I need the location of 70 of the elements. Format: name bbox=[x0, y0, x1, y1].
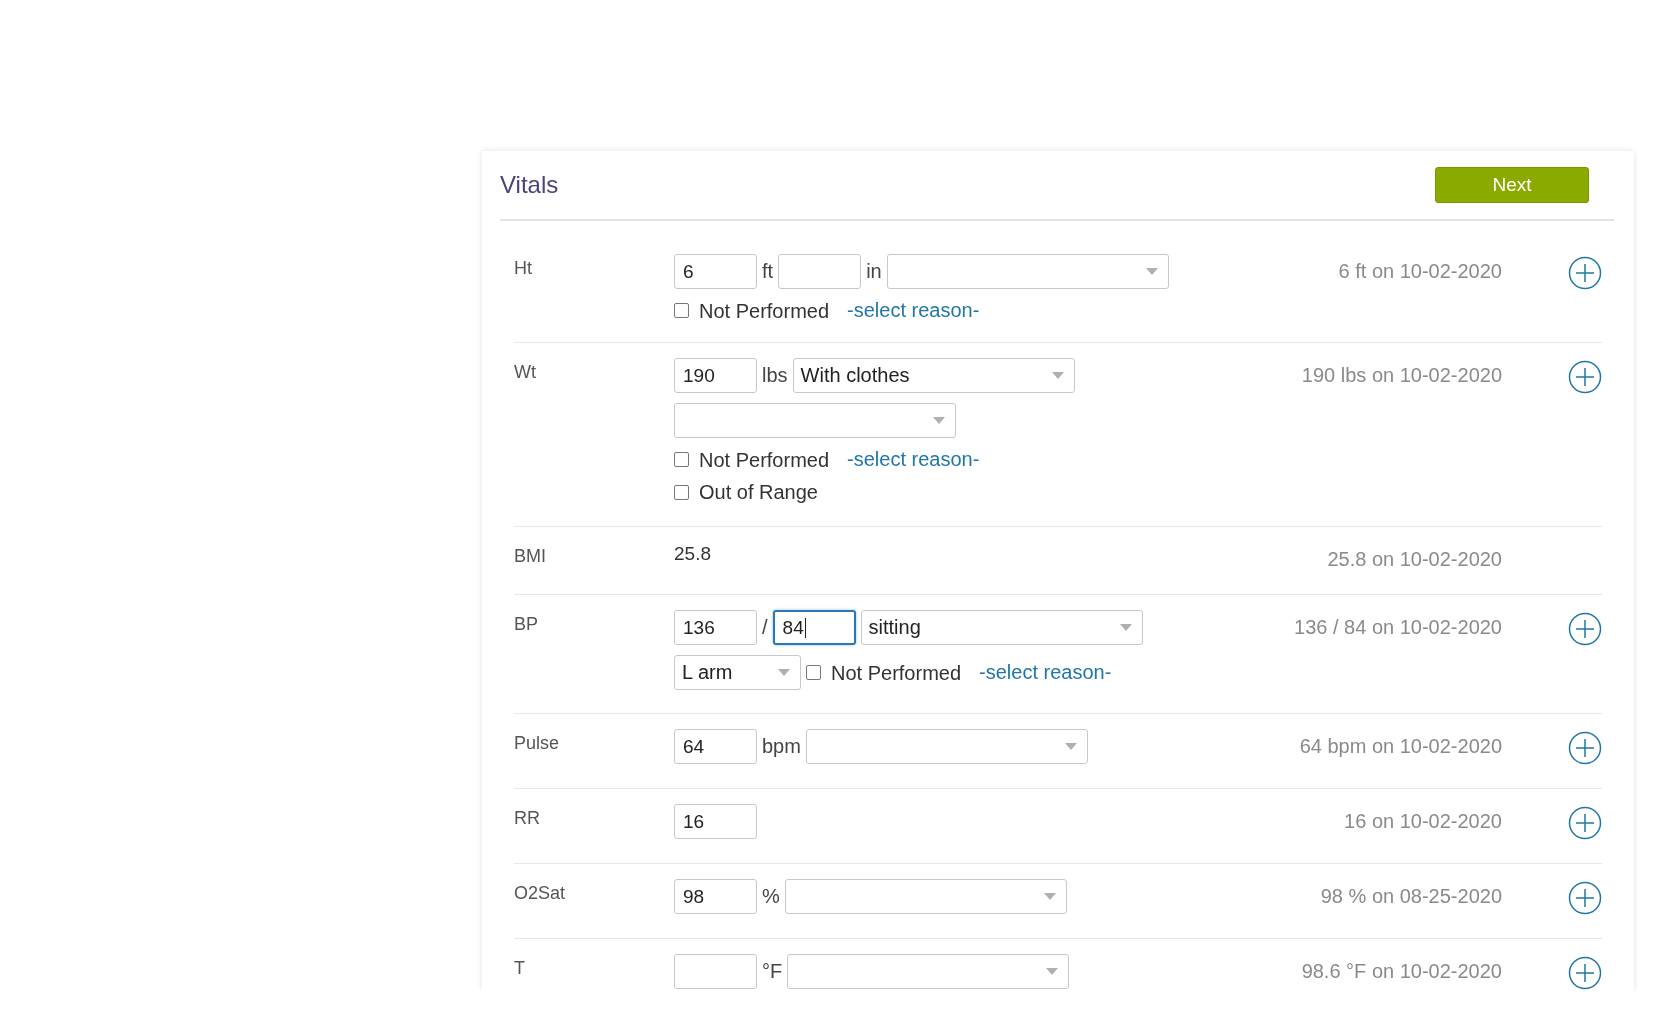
checkbox-label: Not Performed bbox=[831, 661, 962, 684]
dropdown[interactable]: sitting bbox=[860, 610, 1143, 645]
checkbox-label: Not Performed bbox=[699, 448, 830, 471]
dropdown-arrow-icon bbox=[1119, 624, 1132, 631]
checkbox-label: Not Performed bbox=[699, 299, 830, 322]
text-field[interactable] bbox=[674, 954, 757, 989]
dropdown[interactable]: With clothes bbox=[792, 358, 1075, 393]
checkbox[interactable] bbox=[674, 484, 689, 500]
unit-label: bpm bbox=[762, 735, 801, 758]
last-reading-text: 64 bpm on 10-02-2020 bbox=[1299, 734, 1502, 758]
text-field[interactable]: 6 bbox=[674, 254, 757, 289]
add-button[interactable] bbox=[1568, 806, 1602, 840]
text-field[interactable]: 84 bbox=[772, 610, 856, 645]
vital-label: Ht bbox=[514, 257, 532, 279]
checkbox[interactable] bbox=[674, 452, 689, 467]
vital-label: BP bbox=[514, 613, 538, 635]
add-button[interactable] bbox=[1568, 360, 1602, 394]
add-button[interactable] bbox=[1568, 731, 1602, 765]
dropdown-arrow-icon bbox=[1064, 743, 1077, 750]
add-button[interactable] bbox=[1568, 256, 1602, 290]
last-reading-text: 16 on 10-02-2020 bbox=[1344, 809, 1502, 833]
last-reading-text: 136 / 84 on 10-02-2020 bbox=[1294, 615, 1502, 639]
dropdown[interactable]: L arm bbox=[674, 655, 801, 690]
select-reason-link[interactable]: -select reason- bbox=[979, 661, 1112, 684]
checkbox[interactable] bbox=[806, 665, 821, 680]
dropdown-arrow-icon bbox=[1046, 968, 1059, 975]
unit-label: in bbox=[866, 260, 882, 283]
vital-label: Wt bbox=[514, 361, 536, 383]
vital-label: BMI bbox=[514, 545, 546, 567]
vital-label: Pulse bbox=[514, 732, 560, 754]
text-field[interactable]: 190 bbox=[674, 358, 757, 393]
dropdown-arrow-icon bbox=[1051, 372, 1064, 379]
add-button[interactable] bbox=[1568, 881, 1602, 915]
text-field[interactable]: 98 bbox=[674, 879, 757, 914]
dropdown-arrow-icon bbox=[933, 417, 945, 424]
last-reading-text: 98.6 °F on 10-02-2020 bbox=[1301, 959, 1502, 983]
text-field[interactable] bbox=[778, 254, 862, 289]
add-icon bbox=[1568, 612, 1602, 646]
text-field[interactable]: 136 bbox=[674, 610, 757, 645]
bmi-value: 25.8 bbox=[674, 543, 711, 563]
panel-title: Vitals bbox=[500, 171, 559, 199]
vital-label: RR bbox=[514, 807, 540, 829]
last-reading-text: 98 % on 08-25-2020 bbox=[1320, 884, 1502, 908]
add-icon bbox=[1568, 881, 1602, 915]
last-reading-text: 6 ft on 10-02-2020 bbox=[1338, 259, 1502, 283]
last-reading-text: 190 lbs on 10-02-2020 bbox=[1301, 363, 1502, 387]
dropdown-arrow-icon bbox=[1043, 893, 1056, 900]
unit-label: lbs bbox=[762, 364, 788, 387]
select-reason-link[interactable]: -select reason- bbox=[847, 448, 980, 471]
vital-label: O2Sat bbox=[514, 882, 566, 904]
unit-label: / bbox=[762, 616, 768, 639]
unit-label: ft bbox=[762, 260, 774, 283]
add-button[interactable] bbox=[1568, 612, 1602, 646]
text-field[interactable]: 16 bbox=[674, 804, 757, 839]
dropdown-arrow-icon bbox=[778, 669, 790, 676]
checkbox[interactable] bbox=[674, 303, 689, 318]
text-field[interactable]: 64 bbox=[674, 729, 757, 764]
select-reason-link[interactable]: -select reason- bbox=[847, 299, 980, 322]
add-icon bbox=[1568, 256, 1602, 290]
unit-label: % bbox=[762, 885, 780, 908]
last-reading-text: 25.8 on 10-02-2020 bbox=[1327, 547, 1502, 571]
unit-label: °F bbox=[762, 960, 783, 983]
add-icon bbox=[1568, 806, 1602, 840]
add-button[interactable] bbox=[1568, 956, 1602, 990]
dropdown-arrow-icon bbox=[1145, 268, 1158, 275]
add-icon bbox=[1568, 956, 1602, 990]
add-icon bbox=[1568, 360, 1602, 394]
add-icon bbox=[1568, 731, 1602, 765]
vital-label: T bbox=[514, 957, 525, 979]
checkbox-label: Out of Range bbox=[699, 481, 818, 503]
